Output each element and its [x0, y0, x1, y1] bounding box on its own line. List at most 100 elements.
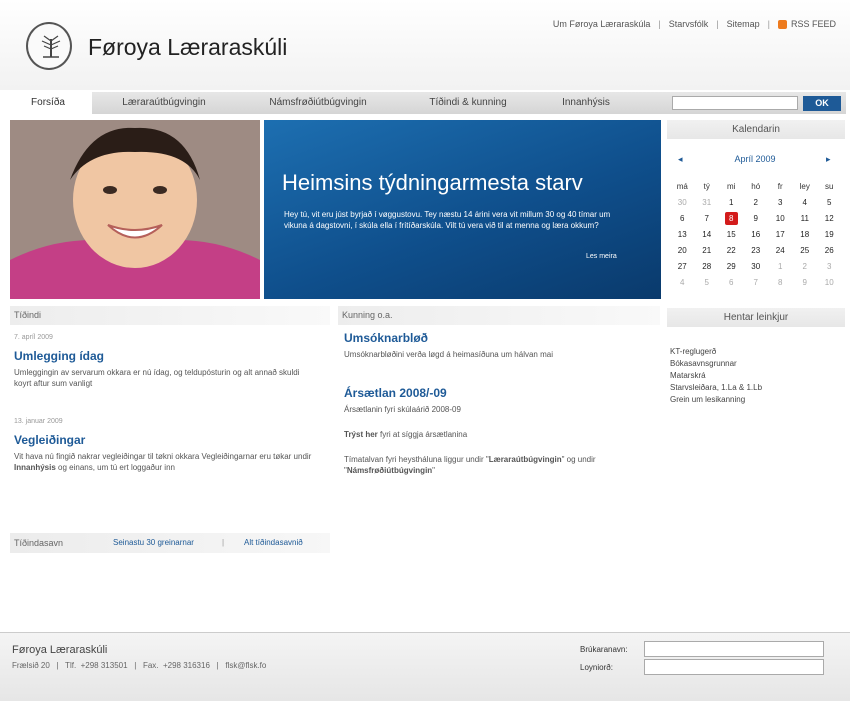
hero-title: Heimsins týdningarmesta starv: [282, 170, 583, 195]
toplink-sitemap[interactable]: Sitemap: [727, 19, 760, 29]
link-item[interactable]: Bókasavnsgrunnar: [670, 358, 762, 370]
calendar-day[interactable]: 13: [670, 227, 695, 243]
innanhysis-link[interactable]: Innanhýsis: [14, 463, 56, 472]
calendar-day[interactable]: 17: [768, 227, 793, 243]
news-title[interactable]: Vegleiðingar: [14, 433, 319, 447]
calendar-day[interactable]: 4: [793, 195, 818, 211]
calendar-month: Apríl 2009: [734, 154, 776, 164]
calendar-day[interactable]: 9: [793, 275, 818, 291]
password-input[interactable]: [644, 659, 824, 675]
calendar-day[interactable]: 27: [670, 259, 695, 275]
archive-all-link[interactable]: Alt tíðindasavnið: [244, 533, 303, 553]
calendar-day[interactable]: 16: [744, 227, 769, 243]
calendar-day[interactable]: 1: [719, 195, 744, 211]
tab-tidindi-kunning[interactable]: Tíðindi & kunning: [408, 92, 528, 114]
news-item: 13. januar 2009 Vegleiðingar Vit hava nú…: [14, 418, 319, 473]
rss-icon: [777, 20, 787, 30]
calendar-day[interactable]: 10: [768, 211, 793, 227]
tab-namsfrodiutbugvingin[interactable]: Námsfrøðiútbúgvingin: [248, 92, 388, 114]
calendar-day[interactable]: 12: [817, 211, 842, 227]
calendar-weekday: ley: [799, 182, 810, 191]
calendar-weekday: má: [676, 182, 688, 191]
calendar-day[interactable]: 2: [744, 195, 769, 211]
password-label: Loyniorð:: [580, 663, 613, 672]
calendar-day[interactable]: 14: [695, 227, 720, 243]
top-links: Um Føroya Læraraskúla | Starvsfólk | Sit…: [552, 19, 836, 30]
kunning-header: Kunning o.a.: [338, 306, 660, 325]
calendar-day[interactable]: 22: [719, 243, 744, 259]
tab-laeraraútbúgvingin[interactable]: Læraraútbúgvingin: [104, 92, 224, 114]
calendar-day[interactable]: 30: [670, 195, 695, 211]
calendar-grid: má tý mi hó fr ley su 30 31 1 2 3 4 5 6 7 8 9 10 11 12 13 14 15…: [670, 179, 842, 291]
news-header: Tíðindi: [10, 306, 330, 325]
calendar-day[interactable]: 28: [695, 259, 720, 275]
news-item: 7. apríl 2009 Umlegging ídag Umleggingin…: [14, 334, 319, 389]
calendar-day[interactable]: 30: [744, 259, 769, 275]
rss-link[interactable]: RSS FEED: [777, 19, 836, 30]
header: Føroya Læraraskúli Um Føroya Læraraskúla…: [0, 0, 850, 90]
calendar-day[interactable]: 8: [719, 211, 744, 227]
calendar-day[interactable]: 2: [793, 259, 818, 275]
calendar-day[interactable]: 5: [817, 195, 842, 211]
calendar-day[interactable]: 18: [793, 227, 818, 243]
calendar-day[interactable]: 11: [793, 211, 818, 227]
calendar-day[interactable]: 29: [719, 259, 744, 275]
calendar-day[interactable]: 25: [793, 243, 818, 259]
calendar-day[interactable]: 4: [670, 275, 695, 291]
calendar-day[interactable]: 19: [817, 227, 842, 243]
calendar-day[interactable]: 7: [695, 211, 720, 227]
calendar-day[interactable]: 8: [768, 275, 793, 291]
search-ok-button[interactable]: OK: [803, 96, 841, 111]
tab-innanhysis[interactable]: Innanhýsis: [544, 92, 628, 114]
rss-label: RSS FEED: [790, 19, 836, 29]
calendar-weekday: tý: [703, 182, 710, 191]
search-input[interactable]: [672, 96, 798, 110]
toplink-about[interactable]: Um Føroya Læraraskúla: [553, 19, 651, 29]
calendar-day[interactable]: 21: [695, 243, 720, 259]
useful-links: KT-reglugerð Bókasavnsgrunnar Matarskrá …: [670, 346, 762, 406]
kunning-item: Ársætlan 2008/-09 Ársætlanin fyri skúlaá…: [344, 386, 654, 476]
calendar-day[interactable]: 20: [670, 243, 695, 259]
calendar-weekday: fr: [777, 182, 783, 191]
kunning-title[interactable]: Ársætlan 2008/-09: [344, 386, 654, 400]
footer-contact: Frælsið 20 | Tlf. +298 313501 | Fax. +29…: [12, 661, 267, 670]
calendar-day[interactable]: 7: [744, 275, 769, 291]
link-item[interactable]: Starvsleiðara, 1.La & 1.Lb: [670, 382, 762, 394]
calendar-next-icon[interactable]: ▸: [826, 154, 831, 165]
link-item[interactable]: KT-reglugerð: [670, 346, 762, 358]
calendar-day[interactable]: 26: [817, 243, 842, 259]
kunning-title[interactable]: Umsóknarbløð: [344, 331, 654, 345]
calendar-day[interactable]: 23: [744, 243, 769, 259]
calendar-day[interactable]: 3: [768, 195, 793, 211]
calendar-day[interactable]: 15: [719, 227, 744, 243]
archive-separator: |: [222, 538, 225, 547]
calendar-today[interactable]: 8: [724, 212, 738, 225]
site-title[interactable]: Føroya Læraraskúli: [88, 34, 287, 61]
calendar-day[interactable]: 5: [695, 275, 720, 291]
calendar-day[interactable]: 1: [768, 259, 793, 275]
calendar-day[interactable]: 6: [670, 211, 695, 227]
calendar-weekday: su: [825, 182, 834, 191]
news-text: Vit hava nú fingið nakrar vegleiðingar t…: [14, 452, 312, 472]
kunning-text: Umsóknarbløðini verða løgd á heimasíðuna…: [344, 350, 553, 359]
link-item[interactable]: Grein um lesikanning: [670, 394, 762, 406]
calendar-day[interactable]: 10: [817, 275, 842, 291]
link-item[interactable]: Matarskrá: [670, 370, 762, 382]
calendar-header: Kalendarin: [667, 120, 845, 139]
links-header: Hentar leinkjur: [667, 308, 845, 327]
calendar-day[interactable]: 9: [744, 211, 769, 227]
footer: Føroya Læraraskúli Frælsið 20 | Tlf. +29…: [0, 632, 850, 701]
archive-latest-link[interactable]: Seinastu 30 greinarnar: [113, 533, 194, 553]
kunning-text: Trýst her fyri at síggja ársætlanina: [344, 430, 468, 439]
tab-forsida[interactable]: Forsíða: [4, 92, 92, 114]
news-title[interactable]: Umlegging ídag: [14, 349, 319, 363]
calendar-day[interactable]: 31: [695, 195, 720, 211]
toplink-staff[interactable]: Starvsfólk: [669, 19, 709, 29]
calendar-day[interactable]: 3: [817, 259, 842, 275]
hero-read-more-link[interactable]: Les meira: [586, 253, 617, 260]
school-logo-icon[interactable]: [26, 22, 72, 70]
calendar-day[interactable]: 6: [719, 275, 744, 291]
username-input[interactable]: [644, 641, 824, 657]
calendar-day[interactable]: 24: [768, 243, 793, 259]
click-here-link[interactable]: Trýst her: [344, 430, 378, 439]
